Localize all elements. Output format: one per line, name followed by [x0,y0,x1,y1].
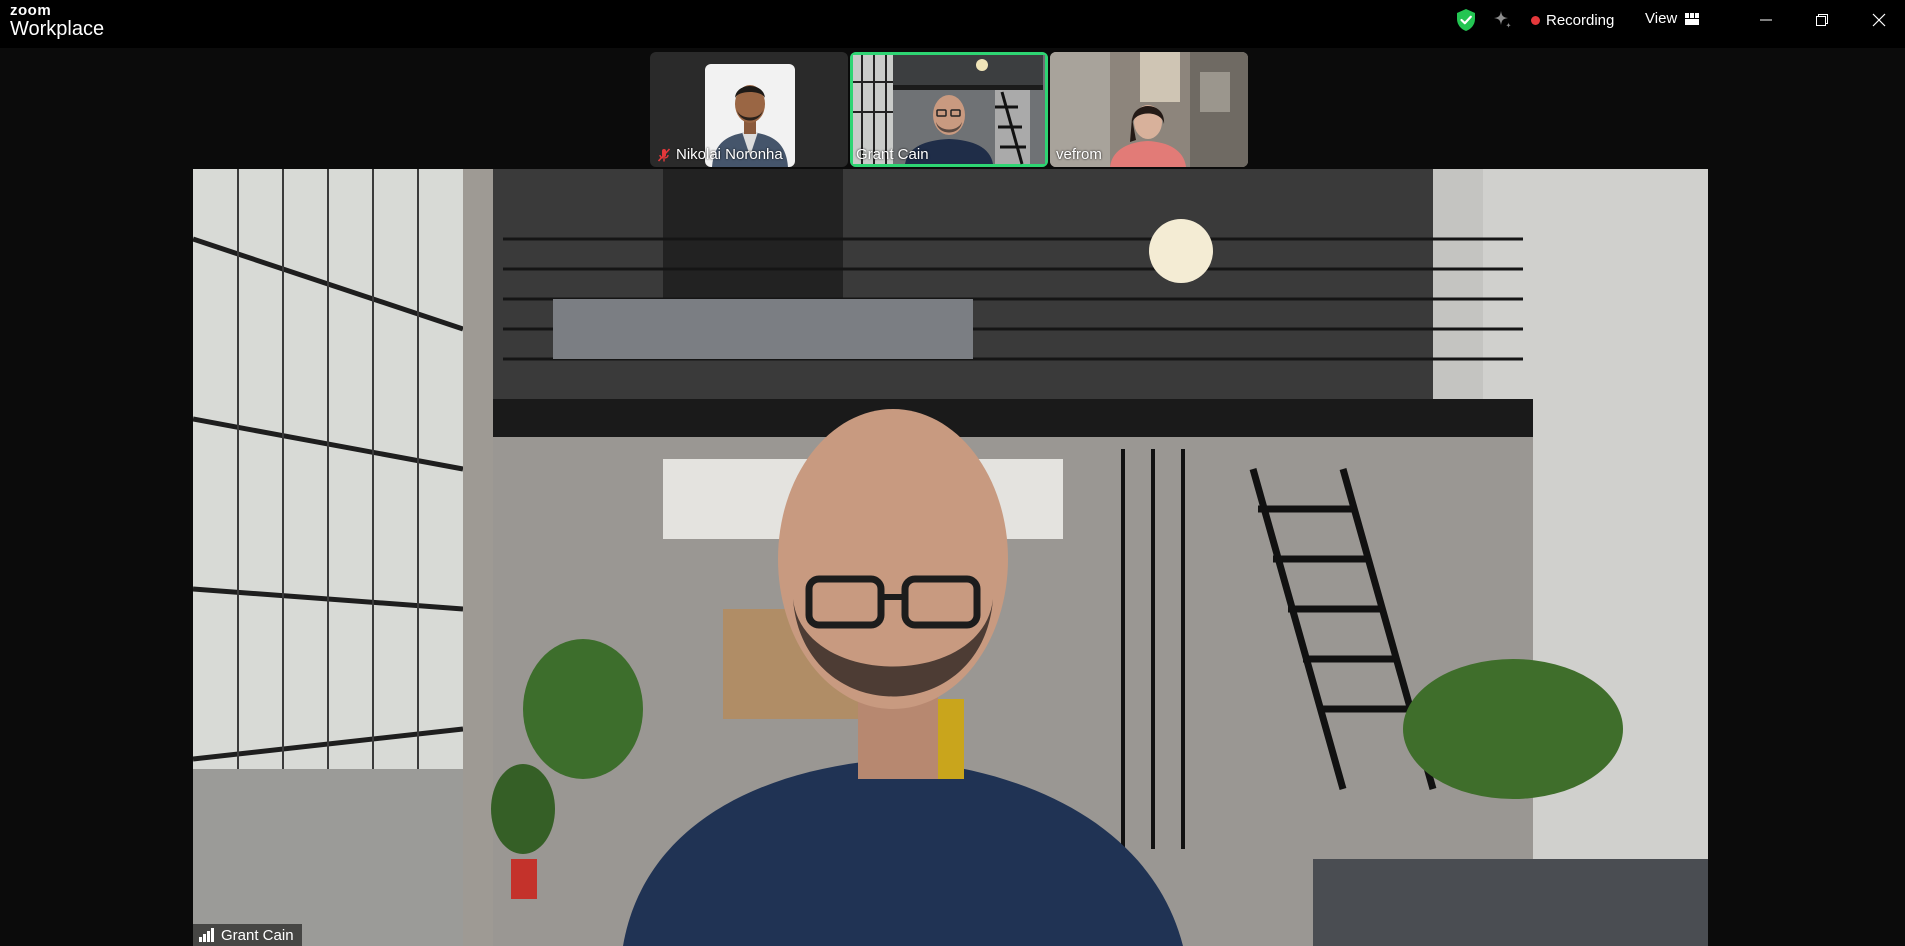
participant-tile-grant[interactable]: Grant Cain [850,52,1048,167]
minimize-icon [1760,19,1772,21]
participant-name: Nikolai Noronha [676,146,783,163]
participant-name-label: Nikolai Noronha [656,146,783,163]
participant-tile-vefrom[interactable]: vefrom [1050,52,1248,167]
restore-button[interactable] [1799,4,1845,36]
close-button[interactable] [1856,4,1902,36]
muted-microphone-icon [657,147,671,162]
speaker-name: Grant Cain [221,926,294,944]
zoom-workplace-logo: zoom Workplace [10,3,104,39]
speaker-name-label: Grant Cain [193,924,302,946]
minimize-button[interactable] [1743,4,1789,36]
participant-name: vefrom [1056,146,1102,163]
recording-indicator[interactable]: Recording [1531,10,1614,30]
view-label: View [1645,10,1678,27]
participant-name: Grant Cain [856,146,929,163]
close-icon [1872,13,1886,27]
participant-tile-nikolai[interactable]: Nikolai Noronha [650,52,848,167]
security-shield-icon[interactable] [1455,8,1477,32]
speaker-video-frame [193,169,1708,946]
restore-icon [1816,14,1828,26]
recording-label: Recording [1546,11,1615,29]
view-button[interactable]: View [1645,10,1700,27]
gallery-grid-icon [1685,12,1700,25]
logo-zoom-text: zoom [10,2,52,19]
participant-thumbnail-strip: Nikolai Noronha Grant Cain vefrom [650,52,1250,167]
recording-dot-icon [1531,15,1540,25]
ai-companion-sparkle-icon[interactable] [1490,8,1514,32]
signal-bars-icon [199,928,214,942]
logo-workplace-text: Workplace [10,18,105,40]
participant-name-label: Grant Cain [856,146,929,163]
participant-name-label: vefrom [1056,146,1102,163]
title-bar: zoom Workplace Recording View [0,0,1905,48]
active-speaker-video[interactable]: Grant Cain [193,169,1708,946]
